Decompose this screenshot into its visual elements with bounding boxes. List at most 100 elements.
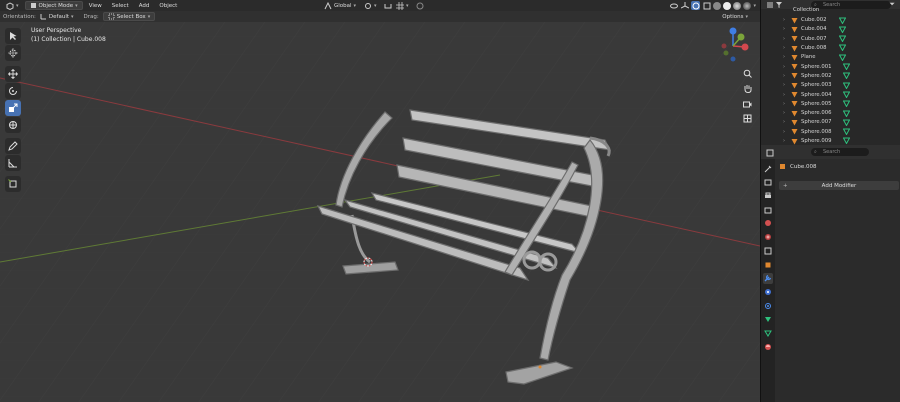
menu-object[interactable]: Object xyxy=(155,3,181,9)
wireframe-shading-icon[interactable] xyxy=(713,1,722,10)
expand-arrow-icon[interactable]: › xyxy=(783,45,785,51)
overlay-toggle-icon[interactable] xyxy=(691,1,701,10)
options-dropdown[interactable]: Options ▾ xyxy=(718,12,752,21)
expand-arrow-icon[interactable]: › xyxy=(783,82,785,88)
material-shading-icon[interactable] xyxy=(733,1,742,10)
outliner-item[interactable]: › Sphere.003 xyxy=(761,81,900,90)
expand-arrow-icon[interactable]: › xyxy=(783,64,785,70)
modifiers-tab[interactable] xyxy=(763,272,773,284)
zoom-button[interactable] xyxy=(741,67,753,79)
menu-view[interactable]: View xyxy=(85,3,106,9)
outliner-item[interactable]: › Plane xyxy=(761,53,900,62)
collection-row[interactable]: Collection xyxy=(761,6,900,14)
outliner-item[interactable]: › Sphere.009 xyxy=(761,136,900,145)
outliner-item[interactable]: › Sphere.008 xyxy=(761,127,900,136)
rotate-tool[interactable] xyxy=(5,83,21,99)
expand-arrow-icon[interactable]: › xyxy=(783,129,785,135)
expand-arrow-icon[interactable]: › xyxy=(783,26,785,32)
gizmo-neg-x[interactable] xyxy=(721,43,727,49)
collection-tab[interactable] xyxy=(763,245,773,256)
3d-viewport[interactable]: ▾ Object Mode ▾ View Select Add Object G… xyxy=(0,0,760,402)
scale-tool[interactable] xyxy=(5,100,21,116)
move-tool[interactable] xyxy=(5,66,21,82)
object-tab[interactable] xyxy=(763,259,773,270)
vertex-group-icon[interactable] xyxy=(839,26,846,33)
measure-tool[interactable] xyxy=(5,155,21,171)
xray-toggle-icon[interactable] xyxy=(702,1,711,10)
gizmo-x-axis[interactable] xyxy=(741,43,749,51)
vertex-group-icon[interactable] xyxy=(839,54,846,61)
outliner-item[interactable]: › Sphere.004 xyxy=(761,90,900,99)
expand-arrow-icon[interactable]: › xyxy=(783,101,785,107)
pan-button[interactable] xyxy=(741,82,753,94)
gizmo-toggle-icon[interactable] xyxy=(680,1,689,10)
outliner-item[interactable]: › Cube.007 xyxy=(761,34,900,43)
expand-arrow-icon[interactable]: › xyxy=(783,73,785,79)
scene-tab[interactable] xyxy=(763,218,773,229)
outliner-item[interactable]: › Sphere.006 xyxy=(761,109,900,118)
expand-arrow-icon[interactable]: › xyxy=(783,54,785,60)
solid-shading-icon[interactable] xyxy=(723,1,732,10)
outliner-item[interactable]: › Sphere.002 xyxy=(761,71,900,80)
data-tab[interactable] xyxy=(763,327,773,338)
vertex-group-icon[interactable] xyxy=(843,72,850,80)
shading-options-chevron-icon[interactable]: ▾ xyxy=(753,3,756,9)
gizmo-z-axis[interactable] xyxy=(729,27,737,35)
expand-arrow-icon[interactable]: › xyxy=(783,17,785,23)
outliner-item[interactable]: › Cube.004 xyxy=(761,25,900,34)
expand-arrow-icon[interactable]: › xyxy=(783,110,785,116)
vertex-group-icon[interactable] xyxy=(843,91,850,98)
annotate-tool[interactable] xyxy=(5,138,21,154)
expand-arrow-icon[interactable]: › xyxy=(783,92,785,98)
menu-add[interactable]: Add xyxy=(135,3,154,9)
transform-tool[interactable] xyxy=(5,117,21,133)
tool-tab[interactable] xyxy=(763,163,773,174)
constraints-tab[interactable] xyxy=(763,314,773,325)
navigation-gizmo[interactable] xyxy=(712,25,754,67)
expand-arrow-icon[interactable]: › xyxy=(783,138,785,144)
pivot-point-dropdown[interactable]: ▾ xyxy=(360,1,381,10)
properties-search-input[interactable]: ⌕ Search xyxy=(811,148,869,156)
view-layer-tab[interactable] xyxy=(763,204,773,215)
vertex-group-icon[interactable] xyxy=(843,137,850,145)
vertex-group-icon[interactable] xyxy=(843,119,850,126)
gizmo-y-axis[interactable] xyxy=(737,33,745,41)
render-tab[interactable] xyxy=(763,177,773,188)
perspective-toggle-button[interactable] xyxy=(741,112,753,124)
rendered-shading-icon[interactable] xyxy=(743,1,752,10)
camera-view-button[interactable] xyxy=(741,97,753,109)
visibility-icon[interactable] xyxy=(669,1,678,10)
menu-select[interactable]: Select xyxy=(108,3,133,9)
editor-type-button[interactable]: ▾ xyxy=(2,1,23,10)
select-tool[interactable] xyxy=(5,28,21,44)
vertex-group-icon[interactable] xyxy=(839,35,846,43)
material-tab[interactable] xyxy=(763,341,773,352)
expand-arrow-icon[interactable]: › xyxy=(783,36,785,42)
properties-editor-icon[interactable] xyxy=(765,148,774,157)
outliner-item[interactable]: › Sphere.001 xyxy=(761,62,900,71)
outliner-item[interactable]: › Cube.002 xyxy=(761,16,900,25)
cursor-tool[interactable] xyxy=(5,45,21,61)
proportional-edit-toggle[interactable] xyxy=(412,1,428,10)
outliner-item[interactable]: › Cube.008 xyxy=(761,43,900,52)
vertex-group-icon[interactable] xyxy=(839,17,846,24)
output-tab[interactable] xyxy=(763,190,773,201)
vertex-group-icon[interactable] xyxy=(839,44,846,52)
drag-dropdown[interactable]: Select Box ▾ xyxy=(102,12,156,21)
vertex-group-icon[interactable] xyxy=(843,110,850,117)
mode-dropdown[interactable]: Object Mode ▾ xyxy=(24,1,83,10)
vertex-group-icon[interactable] xyxy=(843,63,850,70)
snap-target-dropdown[interactable]: ▾ xyxy=(392,1,413,10)
transform-orientation-dropdown[interactable]: Global ▾ xyxy=(320,1,360,10)
outliner-item[interactable]: › Sphere.005 xyxy=(761,99,900,108)
gizmo-neg-z[interactable] xyxy=(730,56,736,62)
vertex-group-icon[interactable] xyxy=(843,128,850,136)
vertex-group-icon[interactable] xyxy=(843,82,850,89)
add-modifier-button[interactable]: + Add Modifier xyxy=(779,181,899,190)
particles-tab[interactable] xyxy=(763,286,773,297)
world-tab[interactable] xyxy=(763,231,773,242)
vertex-group-icon[interactable] xyxy=(843,100,850,108)
orientation-dropdown[interactable]: Default ▾ xyxy=(36,12,78,21)
expand-arrow-icon[interactable]: › xyxy=(783,119,785,125)
gizmo-neg-y[interactable] xyxy=(723,50,729,56)
